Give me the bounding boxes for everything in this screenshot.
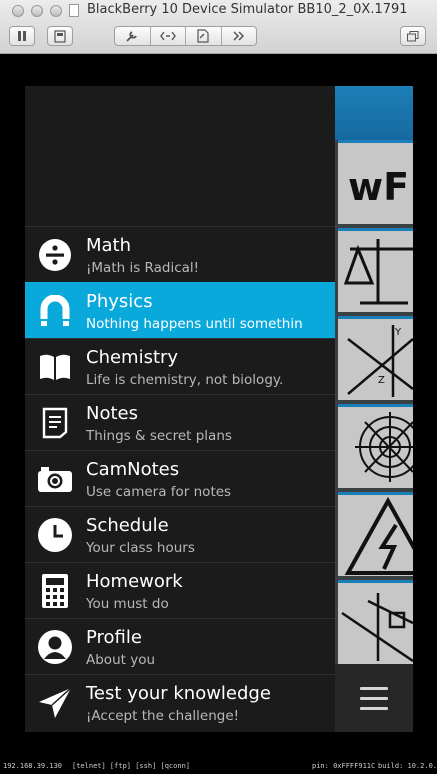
menu-item-camnotes[interactable]: CamNotes Use camera for notes <box>25 450 335 506</box>
menu-item-subtitle: Your class hours <box>86 540 195 556</box>
action-bar <box>335 664 413 732</box>
menu-item-notes[interactable]: Notes Things & secret plans <box>25 394 335 450</box>
pin-label: pin: 0xFFFF911C <box>312 762 376 770</box>
menu-item-profile[interactable]: Profile About you <box>25 618 335 674</box>
high-voltage-icon <box>344 496 413 575</box>
incline-icon <box>341 593 413 663</box>
menu-item-title: CamNotes <box>86 459 180 480</box>
side-menu: Math ¡Math is Radical! Physics Nothing h… <box>25 86 335 732</box>
topic-tile[interactable] <box>338 228 413 312</box>
menu-item-subtitle: Use camera for notes <box>86 484 232 500</box>
menu-item-title: Chemistry <box>86 347 179 368</box>
sd-card-icon <box>197 29 209 43</box>
zoom-window-button[interactable] <box>50 5 62 17</box>
tools-segmented-control <box>114 26 257 46</box>
window-title: BlackBerry 10 Device Simulator BB10_2_0X… <box>87 2 408 17</box>
tile-label: wF <box>348 165 410 209</box>
topic-tile[interactable]: wF <box>338 140 413 224</box>
menu-item-subtitle: Things & secret plans <box>86 428 232 444</box>
menu-item-subtitle: Life is chemistry, not biology. <box>86 372 284 388</box>
simulator-status-bar: 192.168.39.130 [telnet] [ftp] [ssh] [qco… <box>0 758 437 774</box>
save-icon <box>54 29 66 43</box>
menu-item-subtitle: ¡Accept the challenge! <box>86 708 240 724</box>
menu-item-subtitle: About you <box>86 652 156 668</box>
menu-item-schedule[interactable]: Schedule Your class hours <box>25 506 335 562</box>
menu-item-subtitle: You must do <box>86 596 169 612</box>
divide-icon <box>37 237 73 273</box>
profile-icon <box>37 629 73 665</box>
web-icon <box>355 412 413 482</box>
menu-item-title: Physics <box>86 291 153 312</box>
menu-item-title: Profile <box>86 627 142 648</box>
title-bar <box>335 86 413 140</box>
connection-links[interactable]: [telnet] [ftp] [ssh] [qconn] <box>72 762 190 770</box>
topic-tile[interactable] <box>338 580 413 664</box>
camera-icon <box>37 461 73 497</box>
svg-text:Z: Z <box>378 375 385 386</box>
close-window-button[interactable] <box>12 5 24 17</box>
menu-item-title: Schedule <box>86 515 169 536</box>
hamburger-menu-icon[interactable] <box>360 687 388 710</box>
menu-item-title: Notes <box>86 403 138 424</box>
screenshot-button[interactable] <box>47 26 73 46</box>
scale-icon <box>343 239 413 305</box>
topic-tile[interactable] <box>338 492 413 576</box>
menu-item-physics[interactable]: Physics Nothing happens until somethin <box>25 282 335 338</box>
more-button[interactable] <box>222 27 257 45</box>
build-label: build: 10.2.0.1791 <box>378 762 437 770</box>
document-icon <box>69 4 79 17</box>
axes-icon: YZ <box>347 325 413 397</box>
window-stack-icon <box>407 30 419 41</box>
pause-button[interactable] <box>9 26 35 46</box>
window-toggle-button[interactable] <box>400 26 426 46</box>
window-titlebar: BlackBerry 10 Device Simulator BB10_2_0X… <box>0 0 437 54</box>
menu-item-title: Homework <box>86 571 183 592</box>
menu-header <box>25 86 335 226</box>
ip-address: 192.168.39.130 <box>3 762 63 770</box>
connect-button[interactable] <box>151 27 186 45</box>
clock-icon <box>37 517 73 553</box>
menu-item-homework[interactable]: Homework You must do <box>25 562 335 618</box>
device-screen: Math ¡Math is Radical! Physics Nothing h… <box>25 86 413 732</box>
svg-text:Y: Y <box>394 327 402 338</box>
magnet-icon <box>37 293 73 329</box>
pause-icon <box>18 31 26 41</box>
settings-button[interactable] <box>115 27 151 45</box>
topic-tile[interactable]: YZ <box>338 316 413 400</box>
menu-item-title: Math <box>86 235 132 256</box>
calculator-icon <box>37 573 73 609</box>
double-chevron-right-icon <box>233 31 244 41</box>
menu-item-subtitle: ¡Math is Radical! <box>86 260 200 276</box>
menu-item-subtitle: Nothing happens until somethin <box>86 316 303 332</box>
sd-card-button[interactable] <box>186 27 222 45</box>
book-icon <box>37 349 73 385</box>
topic-tile[interactable] <box>338 404 413 488</box>
menu-item-math[interactable]: Math ¡Math is Radical! <box>25 226 335 282</box>
menu-item-chemistry[interactable]: Chemistry Life is chemistry, not biology… <box>25 338 335 394</box>
code-arrows-icon <box>159 31 176 41</box>
paper-plane-icon <box>37 685 73 721</box>
main-content-peek[interactable]: wF YZ <box>335 86 413 732</box>
menu-item-test-knowledge[interactable]: Test your knowledge ¡Accept the challeng… <box>25 674 335 730</box>
wrench-icon <box>126 31 138 42</box>
minimize-window-button[interactable] <box>31 5 43 17</box>
note-icon <box>37 405 73 441</box>
menu-item-title: Test your knowledge <box>86 683 271 704</box>
